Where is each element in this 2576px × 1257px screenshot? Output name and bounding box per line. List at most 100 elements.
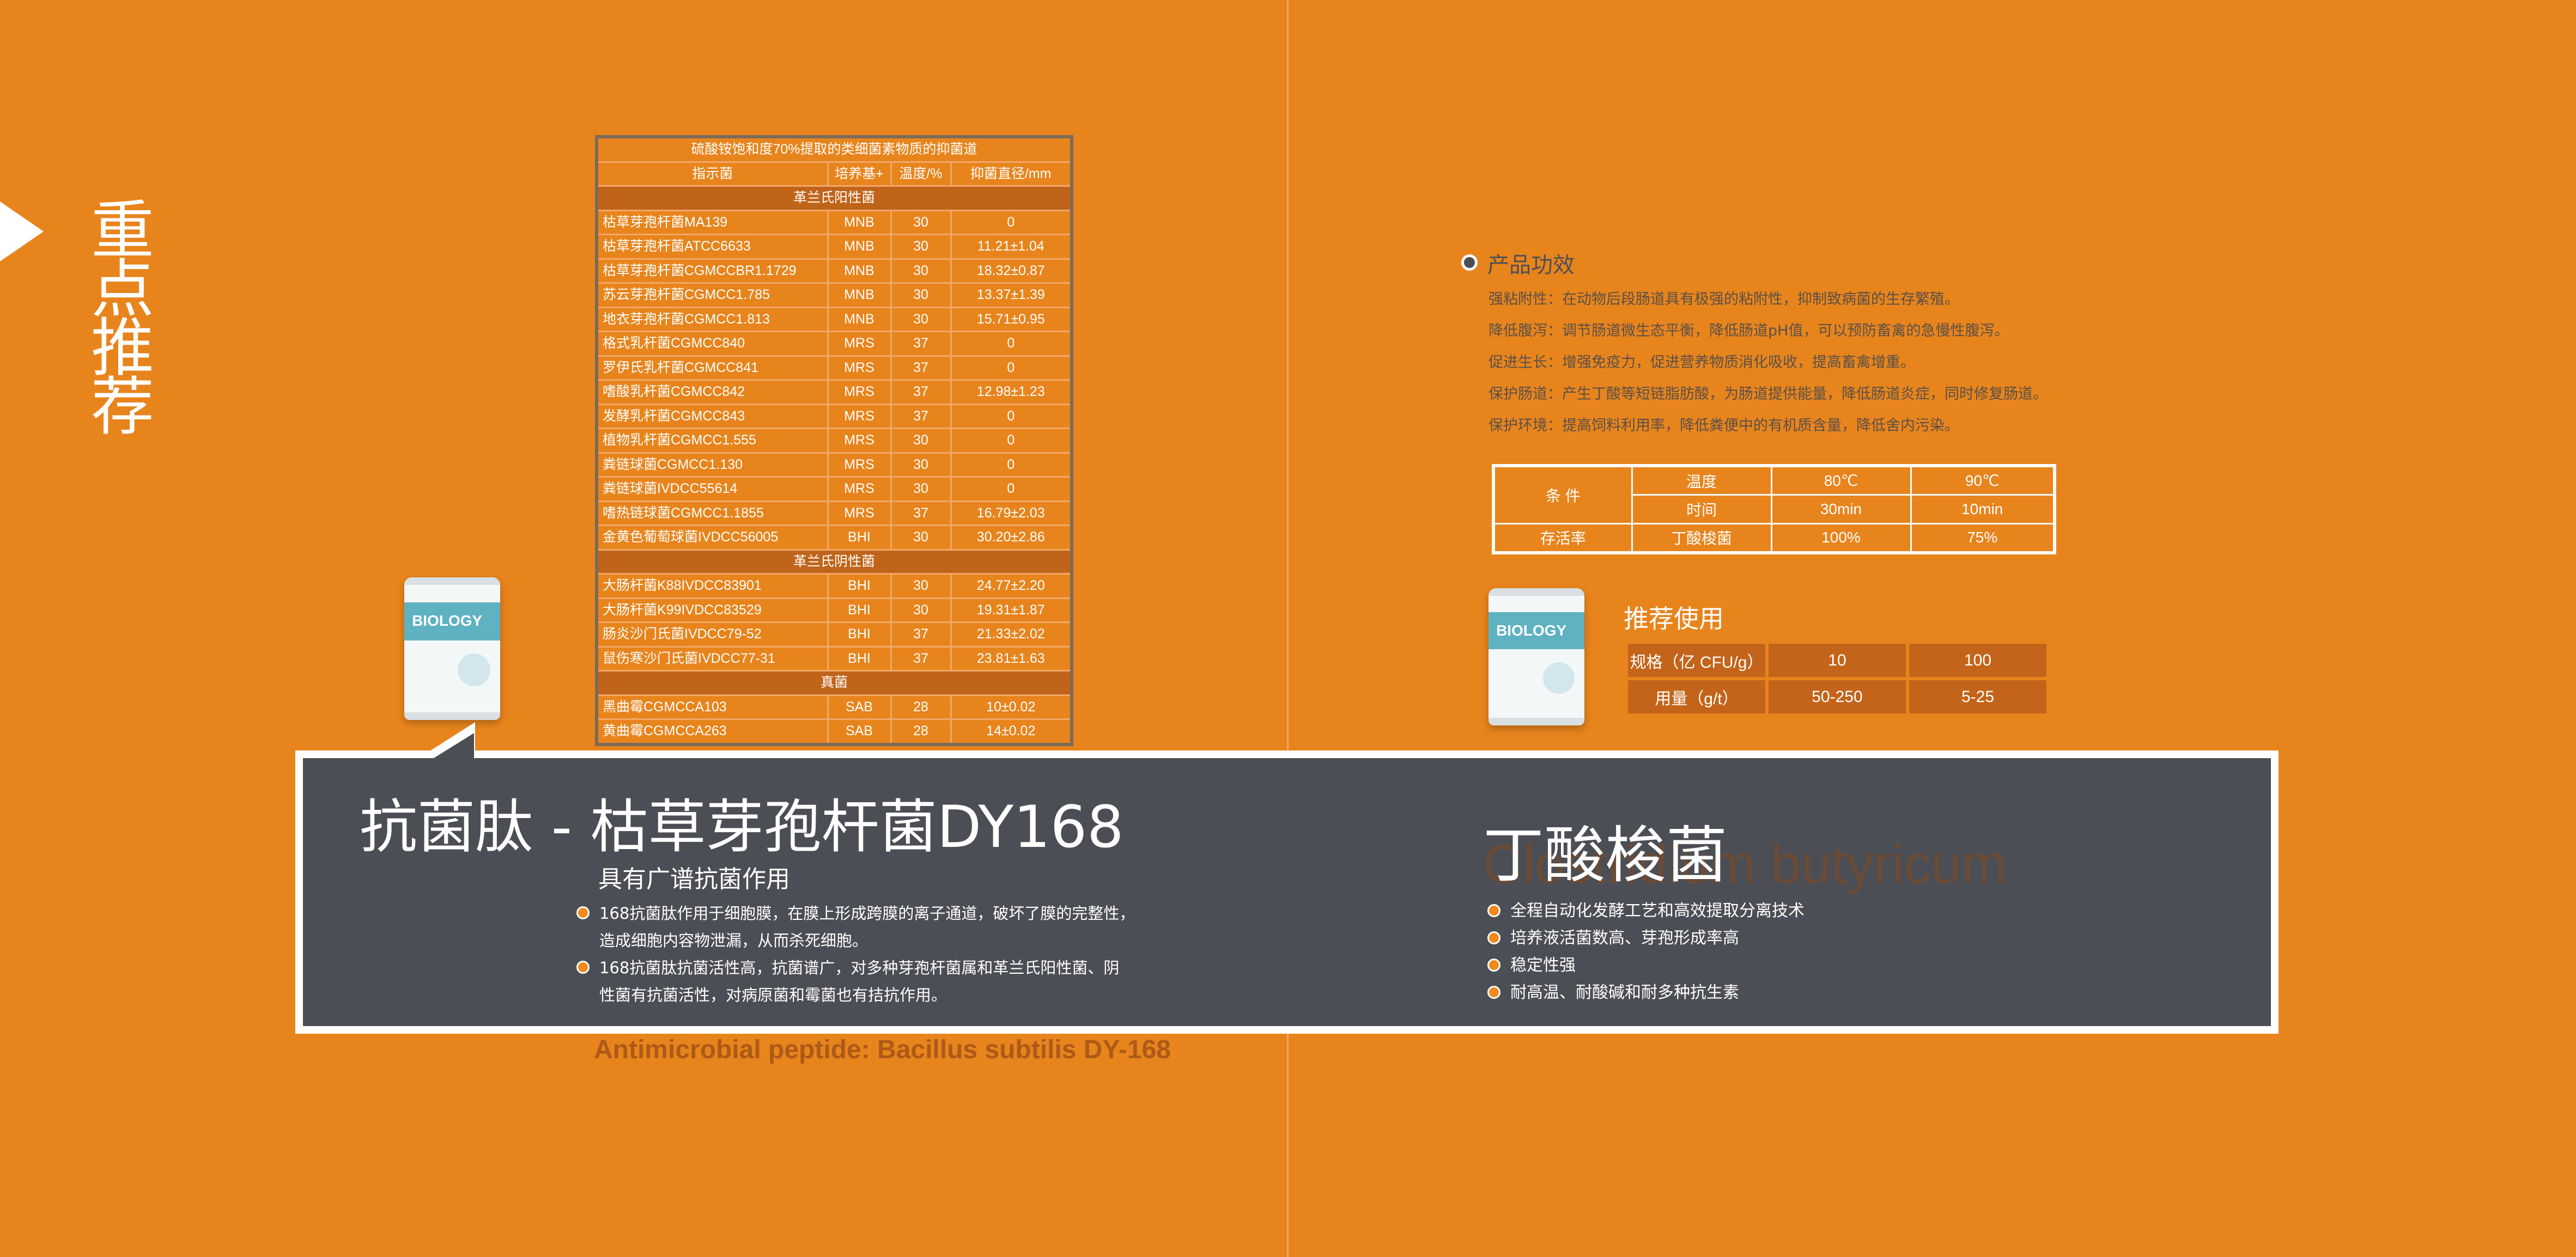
column-header: 指示菌	[596, 161, 829, 187]
survival-value: 100%	[1770, 522, 1912, 554]
table-cell: MRS	[827, 331, 892, 357]
table-cell: 30	[890, 573, 952, 599]
table-cell: MNB	[827, 234, 892, 260]
table-cell: 23.81±1.63	[950, 645, 1073, 672]
table-row: 枯草芽孢杆菌MA139 MNB 30 0	[596, 209, 1073, 235]
list-item: 培养液活菌数高、芽孢形成率高	[1487, 925, 1805, 952]
peptide-points: 168抗菌肽作用于细胞膜，在膜上形成跨膜的离子通道，破坏了膜的完整性， 造成细胞…	[576, 900, 1176, 1009]
section-title: 真菌	[596, 670, 1073, 696]
table-cell: 0	[950, 403, 1073, 429]
table-cell: 枯草芽孢杆菌CGMCCBR1.1729	[596, 258, 829, 284]
efficacy-item: 促进生长：增强免疫力，促进营养物质消化吸收，提高畜禽增重。	[1489, 354, 1915, 371]
antibacterial-table: 硫酸铵饱和度70%提取的类细菌素物质的抑菌道 指示菌 培养基+ 温度/% 抑菌直…	[595, 135, 1074, 746]
table-cell: 0	[950, 428, 1073, 454]
table-cell: BHI	[827, 597, 892, 623]
table-cell: 30	[890, 306, 952, 332]
product-bag-left: BIOLOGY	[404, 577, 500, 720]
dosage-value: 50-250	[1769, 680, 1906, 713]
side-title-char: 重	[91, 194, 154, 267]
efficacy-title: 产品功效	[1487, 253, 1575, 278]
table-cell: 30	[890, 209, 952, 235]
list-item: 168抗菌肽作用于细胞膜，在膜上形成跨膜的离子通道，破坏了膜的完整性， 造成细胞…	[576, 900, 1176, 954]
point-line: 性菌有抗菌活性，对病原菌和霉菌也有拮抗作用。	[599, 986, 947, 1004]
list-item: 耐高温、耐酸碱和耐多种抗生素	[1487, 979, 1805, 1006]
section-title: 革兰氏阳性菌	[596, 185, 1073, 211]
table-row: 大肠杆菌K99IVDCC83529 BHI 30 19.31±1.87	[596, 597, 1073, 623]
table-row: 苏云芽孢杆菌CGMCC1.785 MNB 30 13.37±1.39	[596, 282, 1073, 308]
table-cell: 植物乳杆菌CGMCC1.555	[596, 428, 829, 454]
product-bag-label: BIOLOGY	[1496, 622, 1567, 639]
dosage-label: 用量（g/t）	[1628, 680, 1765, 713]
table-cell: 10±0.02	[950, 694, 1073, 720]
table-row: 植物乳杆菌CGMCC1.555 MRS 30 0	[596, 428, 1073, 454]
bullet-icon	[1487, 931, 1500, 944]
table-cell: 发酵乳杆菌CGMCC843	[596, 403, 829, 429]
table-cell: MRS	[827, 355, 892, 381]
table-cell: 30	[890, 234, 952, 260]
table-cell: 37	[890, 403, 952, 429]
table-row: 黄曲霉CGMCCA263 SAB 28 14±0.02	[596, 718, 1073, 745]
table-cell: MRS	[827, 428, 892, 454]
recommended-use-table: 规格（亿 CFU/g） 10 100 用量（g/t） 50-250 5-25	[1625, 640, 2050, 717]
table-cell: MRS	[827, 379, 892, 405]
table-cell: 30	[890, 524, 952, 551]
table-cell: 枯草芽孢杆菌MA139	[596, 209, 829, 235]
table-cell: 嗜酸乳杆菌CGMCC842	[596, 379, 829, 405]
table-cell: 大肠杆菌K88IVDCC83901	[596, 573, 829, 599]
recommended-use-title: 推荐使用	[1624, 604, 1724, 633]
table-cell: SAB	[827, 718, 892, 745]
peptide-subtitle: 具有广谱抗菌作用	[598, 865, 790, 893]
butyricum-points: 全程自动化发酵工艺和高效提取分离技术 培养液活菌数高、芽孢形成率高 稳定性强 耐…	[1487, 898, 1805, 1006]
peptide-title: 抗菌肽 - 枯草芽孢杆菌DY168	[360, 794, 1124, 861]
product-bag-right: BIOLOGY	[1489, 588, 1584, 725]
list-item: 稳定性强	[1487, 952, 1805, 979]
table-cell: 12.98±1.23	[950, 379, 1073, 405]
table-cell: 嗜热链球菌CGMCC1.1855	[596, 500, 829, 526]
table-cell: MRS	[827, 451, 892, 478]
survival-value: 75%	[1910, 522, 2056, 554]
table-cell: MRS	[827, 403, 892, 429]
table-row: 肠炎沙门氏菌IVDCC79-52 BHI 37 21.33±2.02	[596, 621, 1073, 648]
table-row: 发酵乳杆菌CGMCC843 MRS 37 0	[596, 403, 1073, 429]
list-item: 168抗菌肽抗菌活性高，抗菌谱广，对多种芽孢杆菌属和革兰氏阳性菌、阴 性菌有抗菌…	[576, 954, 1176, 1009]
table-cell: 0	[950, 476, 1073, 502]
table-cell: MRS	[827, 476, 892, 502]
point-text: 稳定性强	[1510, 956, 1576, 975]
table-cell: 肠炎沙门氏菌IVDCC79-52	[596, 621, 829, 648]
table-cell: 16.79±2.03	[950, 500, 1073, 526]
time-value: 10min	[1910, 494, 2056, 524]
table-cell: 黑曲霉CGMCCA103	[596, 694, 829, 720]
spec-value: 100	[1909, 644, 2046, 677]
efficacy-item: 保护环境：提高饲料利用率，降低粪便中的有机质含量，降低舍内污染。	[1489, 417, 1959, 434]
table-section-row: 真菌	[596, 670, 1073, 696]
table-cell: 30	[890, 476, 952, 502]
side-title: 重 点 推 荐	[87, 194, 158, 439]
table-cell: 13.37±1.39	[950, 282, 1073, 308]
table-cell: 金黄色葡萄球菌IVDCC56005	[596, 524, 829, 551]
side-title-char: 点	[91, 253, 154, 326]
side-title-char: 推	[91, 312, 154, 385]
table-row: 黑曲霉CGMCCA103 SAB 28 10±0.02	[596, 694, 1073, 720]
table-row: 地衣芽孢杆菌CGMCC1.813 MNB 30 15.71±0.95	[596, 306, 1073, 332]
table-cell: 粪链球菌CGMCC1.130	[596, 451, 829, 478]
table-caption: 硫酸铵饱和度70%提取的类细菌素物质的抑菌道	[596, 136, 1073, 163]
table-cell: 苏云芽孢杆菌CGMCC1.785	[596, 282, 829, 308]
table-section-row: 革兰氏阴性菌	[596, 548, 1073, 575]
table-cell: 21.33±2.02	[950, 621, 1073, 648]
table-cell: MNB	[827, 209, 892, 235]
table-cell: BHI	[827, 621, 892, 648]
table-cell: 37	[890, 331, 952, 357]
table-cell: 罗伊氏乳杆菌CGMCC841	[596, 355, 829, 381]
bullet-icon	[576, 961, 590, 974]
table-cell: 鼠伤寒沙门氏菌IVDCC77-31	[596, 645, 829, 672]
table-cell: 37	[890, 621, 952, 648]
table-cell: 0	[950, 355, 1073, 381]
table-cell: 0	[950, 209, 1073, 235]
table-cell: 11.21±1.04	[950, 234, 1073, 260]
table-cell: 30	[890, 597, 952, 623]
time-value: 30min	[1770, 494, 1912, 524]
table-cell: 30	[890, 258, 952, 284]
table-row: 格式乳杆菌CGMCC840 MRS 37 0	[596, 331, 1073, 357]
efficacy-item: 降低腹泻：调节肠道微生态平衡，降低肠道pH值，可以预防畜禽的急慢性腹泻。	[1489, 322, 2009, 339]
temp-value: 80℃	[1770, 465, 1912, 496]
